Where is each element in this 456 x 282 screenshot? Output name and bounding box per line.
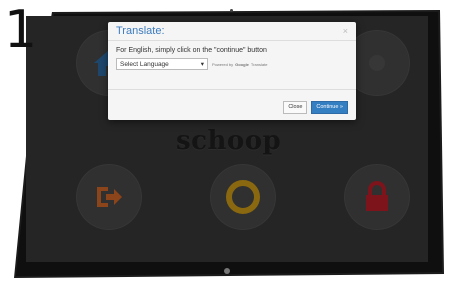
step-number: 1 bbox=[4, 0, 38, 60]
language-select[interactable]: Select Language ▾ bbox=[116, 58, 208, 70]
home-button[interactable] bbox=[224, 268, 230, 274]
close-icon[interactable]: × bbox=[343, 26, 348, 36]
powered-by-label: Powered by bbox=[212, 61, 234, 67]
chevron-down-icon: ▾ bbox=[200, 61, 204, 68]
modal-footer: Close Continue » bbox=[108, 90, 356, 124]
powered-by-google: Powered by Google Translate bbox=[212, 62, 267, 67]
camera-dot bbox=[230, 9, 233, 12]
modal-header: Translate: × bbox=[108, 22, 356, 41]
continue-button[interactable]: Continue » bbox=[311, 100, 348, 114]
modal-body: For English, simply click on the "contin… bbox=[108, 41, 356, 90]
language-select-value: Select Language bbox=[120, 60, 169, 68]
close-button[interactable]: Close bbox=[283, 100, 308, 114]
translate-modal: Translate: × For English, simply click o… bbox=[108, 22, 356, 120]
language-row: Select Language ▾ Powered by Google Tran… bbox=[116, 58, 348, 70]
translate-label: Translate bbox=[250, 61, 268, 67]
instruction-text: For English, simply click on the "contin… bbox=[116, 47, 267, 54]
google-logo: Google bbox=[235, 61, 249, 67]
modal-title: Translate: bbox=[116, 25, 165, 37]
